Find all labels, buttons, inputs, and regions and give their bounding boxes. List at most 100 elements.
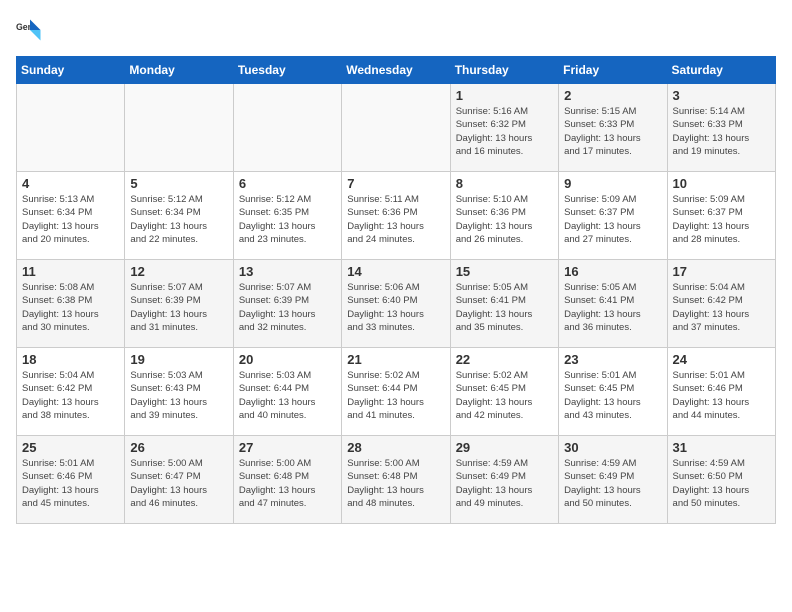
calendar-cell: 3 Sunrise: 5:14 AM Sunset: 6:33 PM Daylig… (667, 84, 775, 172)
calendar-cell: 21Sunrise: 5:02 AM Sunset: 6:44 PM Dayli… (342, 348, 450, 436)
day-info: Sunrise: 5:12 AM Sunset: 6:34 PM Dayligh… (130, 193, 227, 246)
calendar-cell (17, 84, 125, 172)
day-number: 3 (673, 88, 770, 103)
day-info: Sunrise: 5:01 AM Sunset: 6:45 PM Dayligh… (564, 369, 661, 422)
day-info: Sunrise: 5:02 AM Sunset: 6:44 PM Dayligh… (347, 369, 444, 422)
day-info: Sunrise: 5:03 AM Sunset: 6:44 PM Dayligh… (239, 369, 336, 422)
calendar-cell: 23Sunrise: 5:01 AM Sunset: 6:45 PM Dayli… (559, 348, 667, 436)
calendar-cell (342, 84, 450, 172)
day-info: Sunrise: 5:05 AM Sunset: 6:41 PM Dayligh… (564, 281, 661, 334)
day-number: 6 (239, 176, 336, 191)
logo-icon: Gen (16, 16, 44, 44)
weekday-sunday: Sunday (17, 57, 125, 84)
calendar-cell (125, 84, 233, 172)
day-number: 22 (456, 352, 553, 367)
day-number: 12 (130, 264, 227, 279)
day-info: Sunrise: 5:08 AM Sunset: 6:38 PM Dayligh… (22, 281, 119, 334)
weekday-thursday: Thursday (450, 57, 558, 84)
calendar-cell: 14Sunrise: 5:06 AM Sunset: 6:40 PM Dayli… (342, 260, 450, 348)
day-number: 19 (130, 352, 227, 367)
day-info: Sunrise: 5:01 AM Sunset: 6:46 PM Dayligh… (22, 457, 119, 510)
day-info: Sunrise: 5:15 AM Sunset: 6:33 PM Dayligh… (564, 105, 661, 158)
day-info: Sunrise: 5:00 AM Sunset: 6:48 PM Dayligh… (239, 457, 336, 510)
day-info: Sunrise: 5:07 AM Sunset: 6:39 PM Dayligh… (130, 281, 227, 334)
calendar-week-3: 11 Sunrise: 5:08 AM Sunset: 6:38 PM Dayli… (17, 260, 776, 348)
day-info: Sunrise: 5:03 AM Sunset: 6:43 PM Dayligh… (130, 369, 227, 422)
calendar-cell: 16 Sunrise: 5:05 AM Sunset: 6:41 PM Dayli… (559, 260, 667, 348)
day-info: Sunrise: 5:04 AM Sunset: 6:42 PM Dayligh… (673, 281, 770, 334)
calendar-cell: 24Sunrise: 5:01 AM Sunset: 6:46 PM Dayli… (667, 348, 775, 436)
day-number: 18 (22, 352, 119, 367)
day-info: Sunrise: 5:00 AM Sunset: 6:48 PM Dayligh… (347, 457, 444, 510)
day-number: 11 (22, 264, 119, 279)
day-info: Sunrise: 5:07 AM Sunset: 6:39 PM Dayligh… (239, 281, 336, 334)
calendar-cell: 13 Sunrise: 5:07 AM Sunset: 6:39 PM Dayli… (233, 260, 341, 348)
weekday-saturday: Saturday (667, 57, 775, 84)
calendar-cell: 17 Sunrise: 5:04 AM Sunset: 6:42 PM Dayli… (667, 260, 775, 348)
day-info: Sunrise: 5:05 AM Sunset: 6:41 PM Dayligh… (456, 281, 553, 334)
day-number: 24 (673, 352, 770, 367)
calendar-week-5: 25Sunrise: 5:01 AM Sunset: 6:46 PM Dayli… (17, 436, 776, 524)
calendar-cell: 25Sunrise: 5:01 AM Sunset: 6:46 PM Dayli… (17, 436, 125, 524)
day-info: Sunrise: 5:11 AM Sunset: 6:36 PM Dayligh… (347, 193, 444, 246)
day-number: 10 (673, 176, 770, 191)
day-number: 16 (564, 264, 661, 279)
weekday-wednesday: Wednesday (342, 57, 450, 84)
day-number: 2 (564, 88, 661, 103)
day-number: 1 (456, 88, 553, 103)
calendar-week-2: 4 Sunrise: 5:13 AM Sunset: 6:34 PM Daylig… (17, 172, 776, 260)
calendar-cell: 12 Sunrise: 5:07 AM Sunset: 6:39 PM Dayli… (125, 260, 233, 348)
day-number: 15 (456, 264, 553, 279)
calendar-cell: 22 Sunrise: 5:02 AM Sunset: 6:45 PM Dayli… (450, 348, 558, 436)
calendar-body: 1Sunrise: 5:16 AM Sunset: 6:32 PM Daylig… (17, 84, 776, 524)
day-info: Sunrise: 5:09 AM Sunset: 6:37 PM Dayligh… (564, 193, 661, 246)
day-info: Sunrise: 5:14 AM Sunset: 6:33 PM Dayligh… (673, 105, 770, 158)
calendar-cell: 10Sunrise: 5:09 AM Sunset: 6:37 PM Dayli… (667, 172, 775, 260)
day-number: 4 (22, 176, 119, 191)
day-info: Sunrise: 5:13 AM Sunset: 6:34 PM Dayligh… (22, 193, 119, 246)
day-number: 29 (456, 440, 553, 455)
day-number: 30 (564, 440, 661, 455)
calendar-cell: 26Sunrise: 5:00 AM Sunset: 6:47 PM Dayli… (125, 436, 233, 524)
day-number: 8 (456, 176, 553, 191)
page-header: Gen (16, 16, 776, 44)
day-number: 5 (130, 176, 227, 191)
day-number: 17 (673, 264, 770, 279)
calendar-table: SundayMondayTuesdayWednesdayThursdayFrid… (16, 56, 776, 524)
calendar-cell: 19 Sunrise: 5:03 AM Sunset: 6:43 PM Dayli… (125, 348, 233, 436)
day-number: 13 (239, 264, 336, 279)
calendar-header: SundayMondayTuesdayWednesdayThursdayFrid… (17, 57, 776, 84)
day-number: 31 (673, 440, 770, 455)
calendar-cell: 7 Sunrise: 5:11 AM Sunset: 6:36 PM Daylig… (342, 172, 450, 260)
calendar-cell: 8 Sunrise: 5:10 AM Sunset: 6:36 PM Daylig… (450, 172, 558, 260)
calendar-cell: 9 Sunrise: 5:09 AM Sunset: 6:37 PM Daylig… (559, 172, 667, 260)
calendar-cell: 28Sunrise: 5:00 AM Sunset: 6:48 PM Dayli… (342, 436, 450, 524)
day-info: Sunrise: 5:04 AM Sunset: 6:42 PM Dayligh… (22, 369, 119, 422)
day-number: 7 (347, 176, 444, 191)
calendar-week-4: 18 Sunrise: 5:04 AM Sunset: 6:42 PM Dayli… (17, 348, 776, 436)
weekday-header-row: SundayMondayTuesdayWednesdayThursdayFrid… (17, 57, 776, 84)
day-info: Sunrise: 5:10 AM Sunset: 6:36 PM Dayligh… (456, 193, 553, 246)
day-info: Sunrise: 4:59 AM Sunset: 6:49 PM Dayligh… (564, 457, 661, 510)
calendar-cell (233, 84, 341, 172)
day-number: 14 (347, 264, 444, 279)
calendar-cell: 4 Sunrise: 5:13 AM Sunset: 6:34 PM Daylig… (17, 172, 125, 260)
weekday-tuesday: Tuesday (233, 57, 341, 84)
calendar-cell: 6Sunrise: 5:12 AM Sunset: 6:35 PM Daylig… (233, 172, 341, 260)
day-info: Sunrise: 4:59 AM Sunset: 6:49 PM Dayligh… (456, 457, 553, 510)
calendar-cell: 1Sunrise: 5:16 AM Sunset: 6:32 PM Daylig… (450, 84, 558, 172)
calendar-week-1: 1Sunrise: 5:16 AM Sunset: 6:32 PM Daylig… (17, 84, 776, 172)
calendar-cell: 31Sunrise: 4:59 AM Sunset: 6:50 PM Dayli… (667, 436, 775, 524)
calendar-cell: 30 Sunrise: 4:59 AM Sunset: 6:49 PM Dayli… (559, 436, 667, 524)
day-info: Sunrise: 5:02 AM Sunset: 6:45 PM Dayligh… (456, 369, 553, 422)
day-number: 27 (239, 440, 336, 455)
calendar-cell: 11 Sunrise: 5:08 AM Sunset: 6:38 PM Dayli… (17, 260, 125, 348)
weekday-friday: Friday (559, 57, 667, 84)
calendar-cell: 18 Sunrise: 5:04 AM Sunset: 6:42 PM Dayli… (17, 348, 125, 436)
calendar-cell: 5 Sunrise: 5:12 AM Sunset: 6:34 PM Daylig… (125, 172, 233, 260)
day-number: 9 (564, 176, 661, 191)
weekday-monday: Monday (125, 57, 233, 84)
day-number: 20 (239, 352, 336, 367)
calendar-cell: 29 Sunrise: 4:59 AM Sunset: 6:49 PM Dayli… (450, 436, 558, 524)
logo: Gen (16, 16, 48, 44)
